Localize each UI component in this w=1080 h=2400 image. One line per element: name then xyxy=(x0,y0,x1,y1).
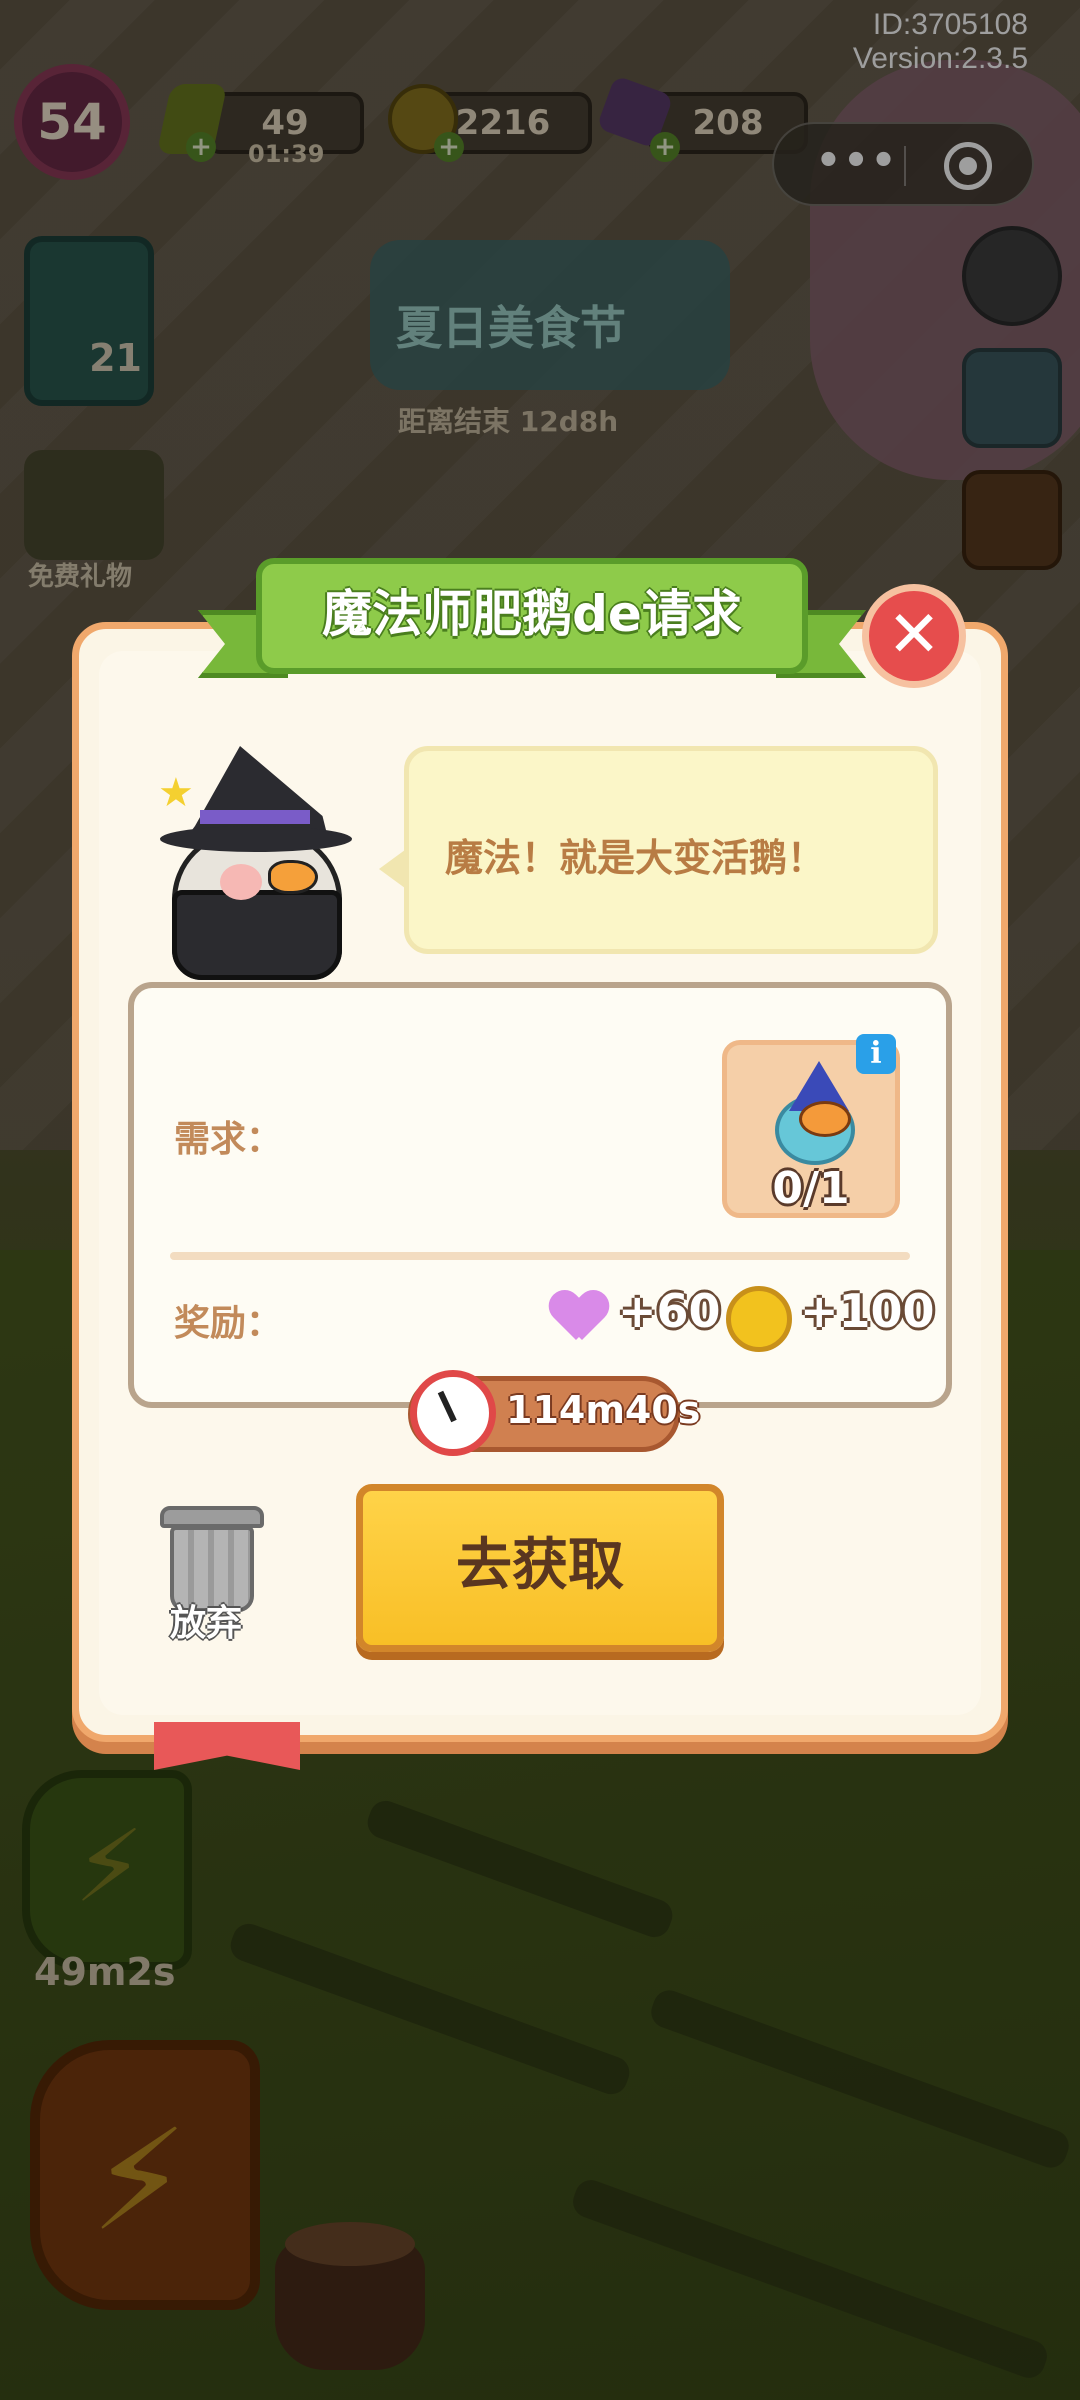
item-info-icon[interactable]: i xyxy=(856,1034,896,1074)
clock-icon xyxy=(410,1370,496,1456)
go-get-button[interactable]: 去获取 xyxy=(356,1484,724,1652)
goose-beak xyxy=(268,860,318,894)
request-timer: 114m40s xyxy=(506,1388,701,1432)
dialog-title-ribbon: 魔法师肥鹅de请求 xyxy=(198,558,866,678)
speech-bubble: 魔法！就是大变活鹅！ xyxy=(379,746,938,954)
requirement-progress: 0/1 xyxy=(772,1163,850,1214)
abandon-label[interactable]: 放弃 xyxy=(170,1594,242,1646)
speech-text: 魔法！就是大变活鹅！ xyxy=(445,836,826,880)
reward-coins: +100 xyxy=(800,1284,935,1338)
wizard-cat-item-icon xyxy=(759,1061,869,1171)
panel-divider xyxy=(170,1252,910,1260)
hat-band xyxy=(200,810,310,824)
dialog-title: 魔法师肥鹅de请求 xyxy=(256,558,808,674)
close-button[interactable]: ✕ xyxy=(862,584,966,688)
coin-icon xyxy=(726,1286,792,1352)
item-face xyxy=(799,1101,851,1137)
reward-hearts: +60 xyxy=(618,1284,721,1338)
heart-icon xyxy=(550,1292,608,1344)
trash-lid xyxy=(160,1506,264,1528)
requirement-panel: 需求： 0/1 奖励： xyxy=(128,982,952,1408)
goose-cheek xyxy=(220,864,262,900)
star-icon: ★ xyxy=(158,770,194,816)
goose-robe xyxy=(172,890,342,980)
wizard-goose-avatar: ★ xyxy=(158,740,360,980)
reward-label: 奖励： xyxy=(174,1303,283,1344)
requirement-label: 需求： xyxy=(174,1119,283,1160)
hat-brim xyxy=(160,826,352,852)
